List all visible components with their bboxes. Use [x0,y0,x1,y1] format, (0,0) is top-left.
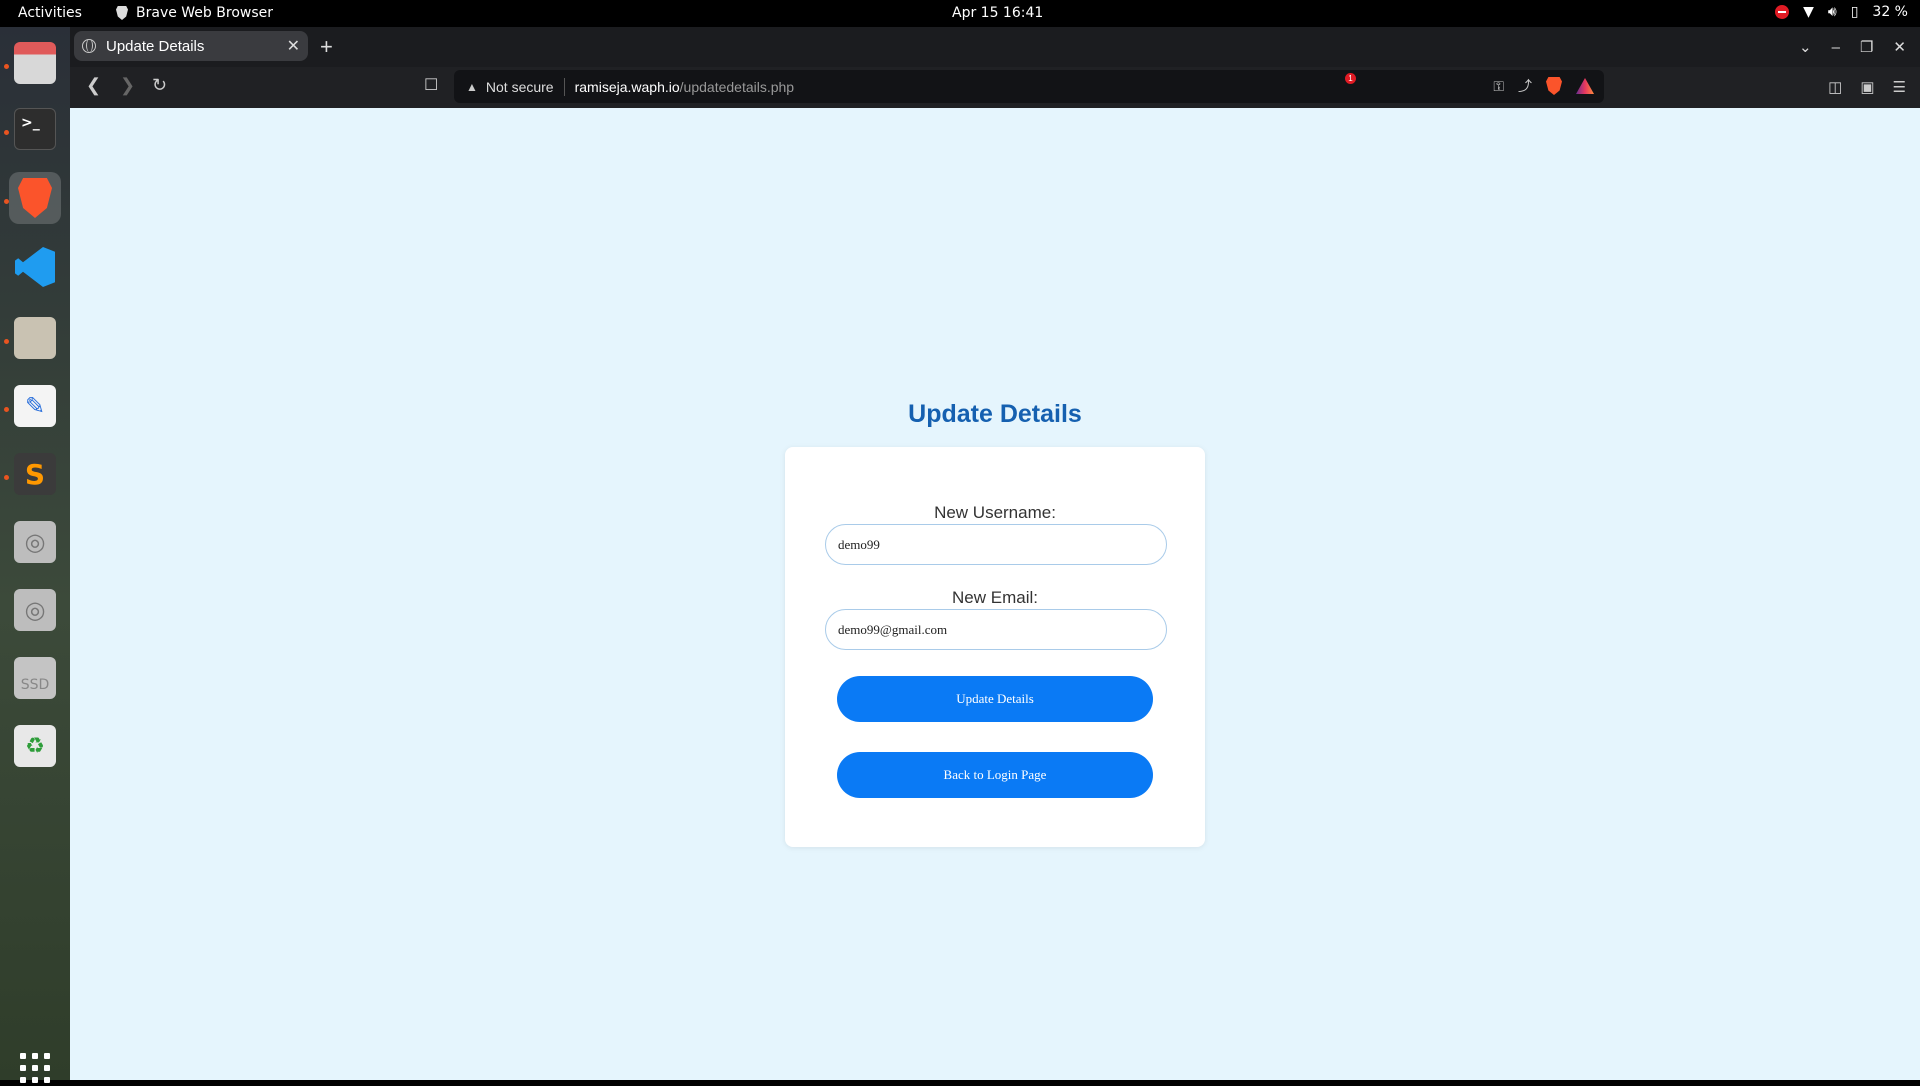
email-input[interactable]: demo99@gmail.com [825,609,1167,650]
dock-brave[interactable] [9,172,61,224]
trash-icon: ♻︎ [14,725,56,767]
brave-icon [14,177,56,219]
username-label: New Username: [934,503,1056,522]
share-icon[interactable]: ⤴ [1518,76,1532,96]
dock-sublime-text[interactable]: S [9,448,61,500]
dock-disc-1[interactable]: ◎ [9,516,61,568]
reload-button[interactable]: ↻ [152,75,167,96]
url-separator [563,77,565,96]
forward-button[interactable]: ❯ [120,75,135,96]
browser-toolbar: ❮ ❯ ↻ ☐ ▲ Not secure ramiseja.waph.io /u… [70,67,1920,108]
app-menu[interactable]: Brave Web Browser [116,5,273,21]
folder-icon [14,42,56,84]
username-input[interactable]: demo99 [825,524,1167,565]
battery-percent: 32 % [1872,4,1908,20]
dock-disc-2[interactable]: ◎ [9,584,61,636]
back-to-login-button[interactable]: Back to Login Page [837,752,1153,798]
dock-text-editor[interactable]: ✎ [9,380,61,432]
close-tab-icon[interactable]: ✕ [287,36,300,56]
vscode-icon [14,246,56,288]
tab-update-details[interactable]: Update Details ✕ [74,31,308,61]
brave-shields-icon[interactable] [1546,77,1562,95]
url-host: ramiseja.waph.io [574,78,680,95]
clock[interactable]: Apr 15 16:41 [952,5,1043,21]
close-window-button[interactable]: ✕ [1893,38,1906,56]
dock-vscode[interactable] [9,241,61,293]
tab-title: Update Details [106,37,205,55]
terminal-icon: >_ [14,108,56,150]
sidebar-icon[interactable]: ◫ [1828,78,1842,96]
browser-window: Update Details ✕ + ⌄ – ❐ ✕ ❮ ❯ ↻ ☐ ▲ Not… [70,27,1920,1080]
minimize-button[interactable]: – [1832,39,1840,56]
ssd-drive-icon: SSD [14,657,56,699]
security-status[interactable]: Not secure [486,79,554,95]
wifi-icon: ▼ [1803,4,1814,20]
dock-archive-manager[interactable] [9,312,61,364]
email-label: New Email: [952,588,1038,607]
pencil-icon: ✎ [14,385,56,427]
tab-strip: Update Details ✕ + ⌄ – ❐ ✕ [70,27,1920,67]
dock-files[interactable] [9,37,61,89]
archive-icon [14,317,56,359]
activities-button[interactable]: Activities [18,5,82,21]
disc-icon: ◎ [14,521,56,563]
do-not-disturb-icon [1775,5,1790,19]
disc-icon: ◎ [14,589,56,631]
show-applications-button[interactable] [17,1050,53,1086]
update-form-card: New Username: demo99 New Email: demo99@g… [785,447,1205,847]
menu-icon[interactable]: ☰ [1893,78,1906,96]
dock-terminal[interactable]: >_ [9,103,61,155]
system-tray[interactable]: ▼ 🔊︎ ▯ 32 % [1775,4,1908,20]
restore-button[interactable]: ❐ [1860,38,1873,56]
rewards-badge: 1 [1345,73,1356,84]
window-controls: ⌄ – ❐ ✕ [1799,27,1920,67]
bookmark-icon[interactable]: ☐ [424,75,438,95]
dock-trash[interactable]: ♻︎ [9,720,61,772]
toolbar-right-actions: ◫ ▣ ☰ [1828,78,1906,96]
web-page: Update Details New Username: demo99 New … [70,108,1920,1080]
address-bar-actions: ⚿ ⤴ [1493,76,1594,96]
dock-ssd[interactable]: SSD [9,652,61,704]
tab-search-chevron-icon[interactable]: ⌄ [1799,38,1812,56]
app-name-label: Brave Web Browser [136,5,273,21]
system-top-bar: Activities Brave Web Browser Apr 15 16:4… [0,0,1920,27]
brave-rewards-icon[interactable] [1576,78,1594,94]
wallet-icon[interactable]: ▣ [1860,78,1874,96]
page-title: Update Details [908,400,1082,428]
volume-icon: 🔊︎ [1827,4,1837,20]
back-button[interactable]: ❮ [86,75,101,96]
sublime-icon: S [14,453,56,495]
key-icon[interactable]: ⚿ [1493,78,1504,95]
address-bar[interactable]: ▲ Not secure ramiseja.waph.io /updatedet… [454,70,1604,103]
update-details-button[interactable]: Update Details [837,676,1153,722]
warning-icon: ▲ [466,79,478,94]
battery-icon: ▯ [1850,4,1859,20]
brave-lion-icon [116,6,128,20]
dock: >_ ✎ S ◎ ◎ SSD ♻︎ [0,27,70,1083]
new-tab-button[interactable]: + [320,34,333,60]
url-path: /updatedetails.php [679,78,795,95]
globe-icon [82,39,96,53]
